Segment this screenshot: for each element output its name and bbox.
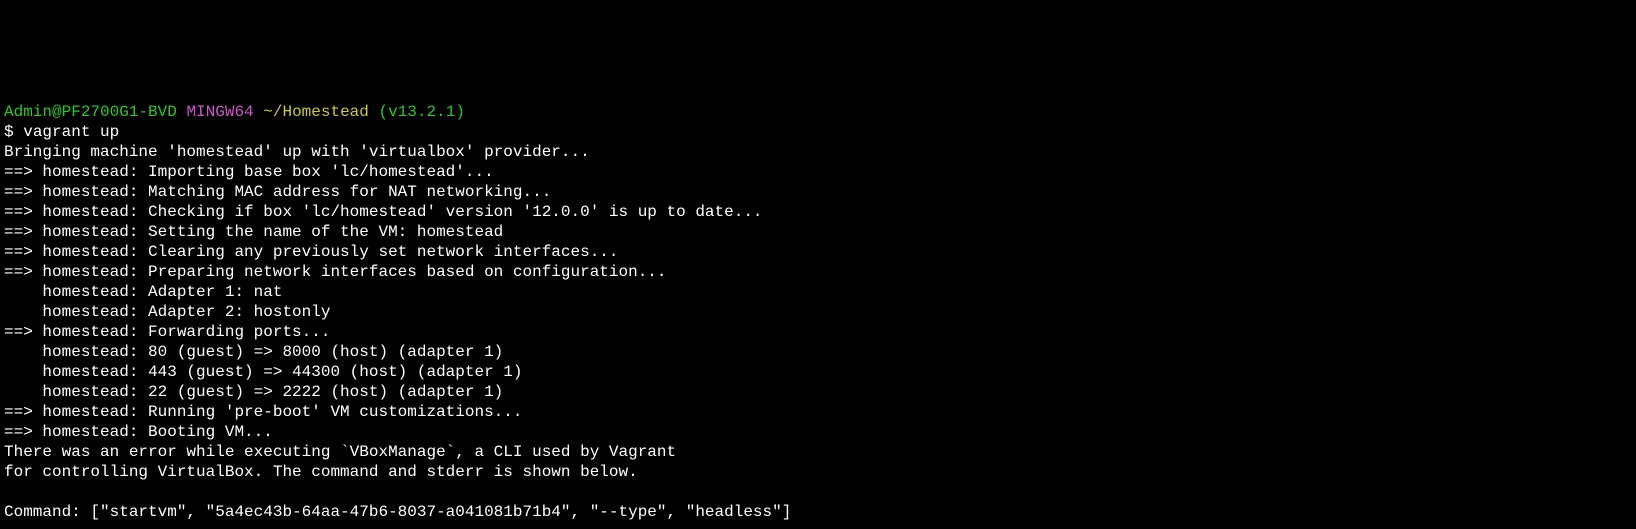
terminal-output: Bringing machine 'homestead' up with 'vi… <box>4 142 1632 529</box>
terminal-window[interactable]: Admin@PF2700G1-BVD MINGW64 ~/Homestead (… <box>0 100 1636 529</box>
prompt-branch: (v13.2.1) <box>379 103 465 121</box>
command-input[interactable]: vagrant up <box>23 123 119 141</box>
prompt-path: ~/Homestead <box>263 103 369 121</box>
prompt-user-host: Admin@PF2700G1-BVD <box>4 103 177 121</box>
prompt-shell: MINGW64 <box>186 103 253 121</box>
prompt-symbol: $ <box>4 123 14 141</box>
